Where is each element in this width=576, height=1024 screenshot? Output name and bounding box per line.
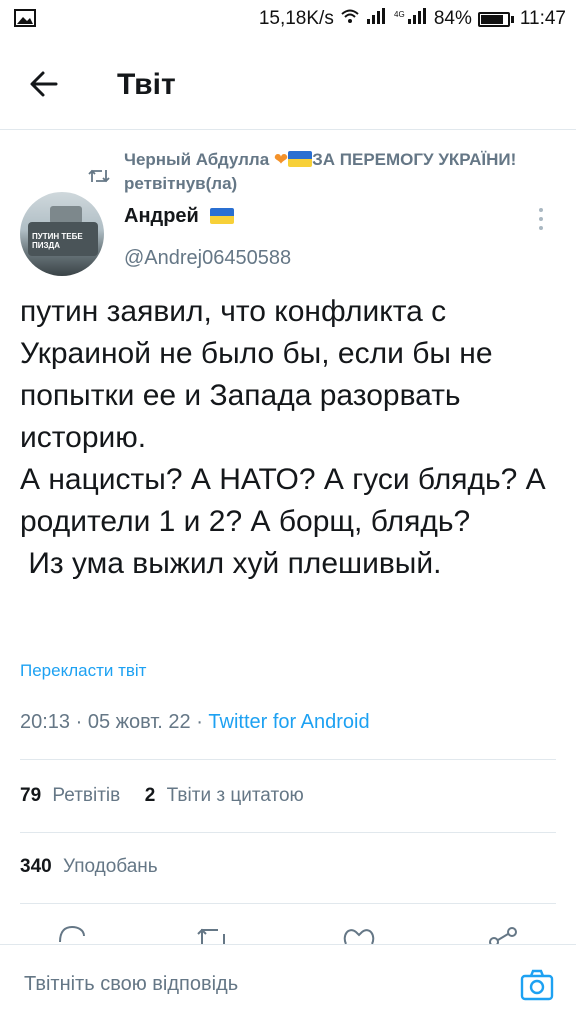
- translate-tweet-link[interactable]: Перекласти твіт: [20, 661, 146, 681]
- retweets-label: Ретвітів: [52, 785, 121, 806]
- author-name: Андрей: [124, 205, 199, 227]
- top-bar: Твіт: [0, 38, 576, 130]
- gallery-notification-icon: [14, 9, 36, 33]
- tweet-meta: 20:13 · 05 жовт. 22 · Twitter for Androi…: [20, 711, 370, 733]
- tweet-time: 20:13: [20, 711, 71, 733]
- clock: 11:47: [519, 8, 566, 29]
- share-icon[interactable]: [488, 924, 520, 944]
- retweet-stats[interactable]: 79 Ретвітів 2 Твіти з цитатою: [20, 785, 304, 807]
- tweet-date: 05 жовт. 22: [87, 711, 191, 733]
- divider: [20, 832, 556, 833]
- status-bar: 15,18K/s 4G 84% 11:47: [0, 0, 576, 38]
- network-speed: 15,18K/s: [258, 8, 334, 29]
- page-title: Твіт: [117, 68, 176, 101]
- reply-input[interactable]: Твітніть свою відповідь: [24, 973, 238, 996]
- heart-emoji-icon: ❤: [273, 150, 289, 169]
- ukraine-flag-icon: [210, 208, 235, 224]
- status-icons: 15,18K/s 4G 84% 11:47: [259, 7, 566, 31]
- tweet-text: путин заявил, что конфликта с Украиной н…: [20, 295, 546, 580]
- signal-icon: [366, 8, 388, 30]
- reply-icon[interactable]: [56, 924, 88, 944]
- retweet-action-icon[interactable]: [196, 924, 230, 944]
- retweeter-name: Черный Абдулла: [124, 150, 274, 169]
- retweet-context[interactable]: Черный Абдулла ❤ ЗА ПЕРЕМОГУ УКРАЇНИ! рет…: [124, 148, 524, 196]
- tweet-source-link[interactable]: Twitter for Android: [208, 711, 369, 733]
- quotes-label: Твіти з цитатою: [166, 785, 304, 806]
- likes-stats[interactable]: 340 Уподобань: [20, 856, 158, 878]
- signal-4g-icon: 4G: [394, 8, 428, 30]
- likes-count: 340: [20, 856, 52, 877]
- ukraine-flag-icon: [288, 151, 313, 167]
- quotes-count: 2: [144, 785, 156, 806]
- camera-icon[interactable]: [520, 969, 554, 1001]
- wifi-icon: [340, 7, 360, 31]
- action-bar: [0, 922, 576, 944]
- svg-text:4G: 4G: [394, 10, 405, 19]
- author-handle[interactable]: @Andrej06450588: [124, 247, 291, 270]
- more-vertical-icon[interactable]: [536, 206, 546, 232]
- divider: [20, 903, 556, 904]
- retweet-icon: [88, 167, 110, 185]
- battery-icon: [477, 11, 510, 27]
- retweets-count: 79: [20, 785, 42, 806]
- avatar-caption: ПУТИН ТЕБЕ ПИЗДА: [32, 232, 83, 250]
- battery-percent: 84%: [433, 8, 472, 29]
- like-icon[interactable]: [342, 924, 376, 944]
- avatar[interactable]: ПУТИН ТЕБЕ ПИЗДА: [20, 192, 104, 276]
- reply-bar: Твітніть свою відповідь: [0, 944, 576, 1024]
- back-arrow-icon[interactable]: [26, 66, 66, 102]
- likes-label: Уподобань: [62, 856, 158, 877]
- divider: [20, 759, 556, 760]
- author-name-row[interactable]: Андрей: [124, 205, 235, 228]
